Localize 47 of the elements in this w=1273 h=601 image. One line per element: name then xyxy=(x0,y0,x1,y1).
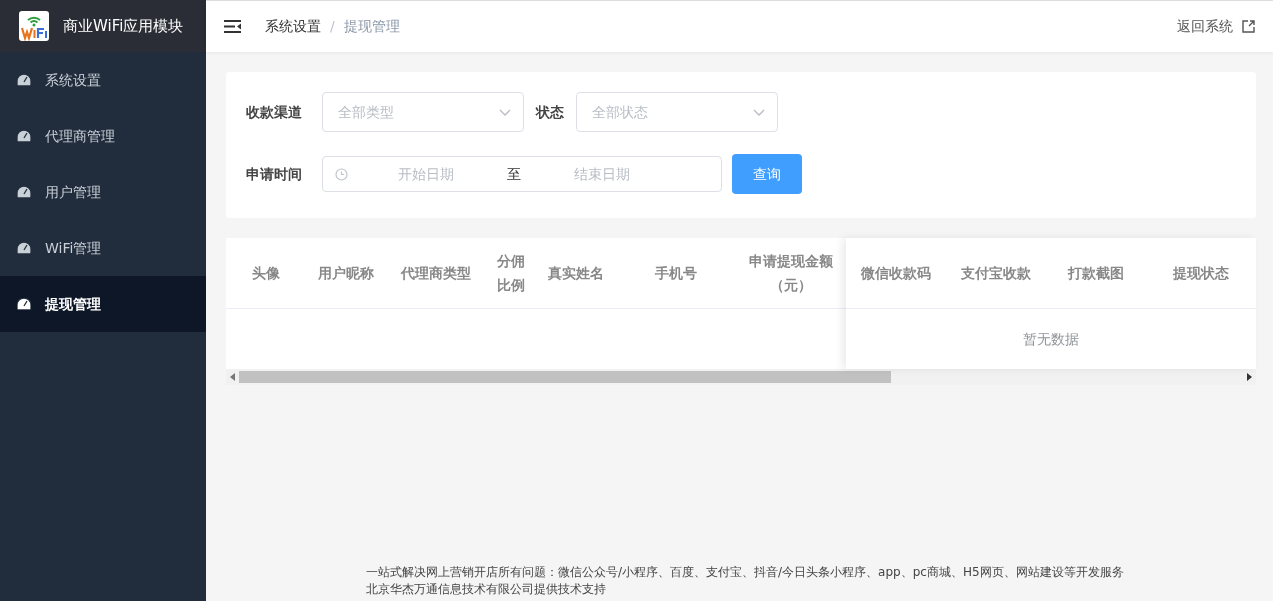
sidebar-menu-item[interactable]: 系统设置 xyxy=(0,52,206,108)
external-link-icon xyxy=(1242,20,1255,33)
column-header: 提现状态 xyxy=(1172,263,1230,283)
breadcrumb-item[interactable]: 系统设置 xyxy=(265,16,321,37)
dashboard-icon xyxy=(17,74,31,86)
clock-icon xyxy=(335,167,348,181)
breadcrumb-separator: / xyxy=(330,17,335,36)
column-header: 支付宝收款 xyxy=(960,263,1032,283)
filter-label: 状态 xyxy=(536,102,564,122)
column-header: 分佣比例 xyxy=(496,251,526,295)
column-header: 打款截图 xyxy=(1066,263,1125,283)
breadcrumb-item: 提现管理 xyxy=(343,17,400,36)
scroll-right-arrow-icon[interactable] xyxy=(1247,373,1252,381)
select-placeholder: 全部状态 xyxy=(592,102,648,122)
date-range-field[interactable]: 开始日期 至 结束日期 xyxy=(322,156,722,192)
chevron-down-icon xyxy=(753,108,765,116)
scroll-left-arrow-icon[interactable] xyxy=(230,373,235,381)
column-header: 申请提现金额（元） xyxy=(748,251,834,295)
date-separator: 至 xyxy=(507,164,521,184)
dashboard-icon xyxy=(17,242,31,254)
end-date-placeholder: 结束日期 xyxy=(574,164,630,184)
dashboard-icon xyxy=(17,130,31,142)
start-date-placeholder: 开始日期 xyxy=(398,164,454,184)
column-header: 用户昵称 xyxy=(317,263,375,283)
app-title: 商业WiFi应用模块 xyxy=(63,15,184,37)
empty-text: 暂无数据 xyxy=(1022,329,1080,349)
chevron-down-icon xyxy=(499,108,511,116)
sidebar-menu-item[interactable]: 提现管理 xyxy=(0,276,206,332)
horizontal-scrollbar[interactable] xyxy=(226,369,1256,385)
filter-label: 申请时间 xyxy=(246,164,303,184)
sidebar-menu-item[interactable]: WiFi管理 xyxy=(0,220,206,276)
column-header: 微信收款码 xyxy=(860,263,932,283)
sidebar-menu-item[interactable]: 代理商管理 xyxy=(0,108,206,164)
filter-label: 收款渠道 xyxy=(246,102,303,122)
footer-text: 一站式解决网上营销开店所有问题：微信公众号/小程序、百度、支付宝、抖音/今日头条小程序、app、pc商城、H5网页、网站建设等开发服务 xyxy=(366,564,1125,581)
sidebar-menu-item[interactable]: 用户管理 xyxy=(0,164,206,220)
return-system-link[interactable]: 返回系统 xyxy=(1177,16,1255,37)
dashboard-icon xyxy=(17,298,31,310)
footer-text: 北京华杰万通信息技术有限公司提供技术支持 xyxy=(366,581,607,598)
menu-toggle-icon[interactable] xyxy=(224,20,241,33)
wifi-logo-icon xyxy=(19,11,49,41)
dashboard-icon xyxy=(17,186,31,198)
select-placeholder: 全部类型 xyxy=(338,102,394,122)
column-header: 头像 xyxy=(251,263,281,283)
column-header: 手机号 xyxy=(654,263,698,283)
column-header: 真实姓名 xyxy=(547,263,605,283)
column-header: 代理商类型 xyxy=(399,263,472,283)
